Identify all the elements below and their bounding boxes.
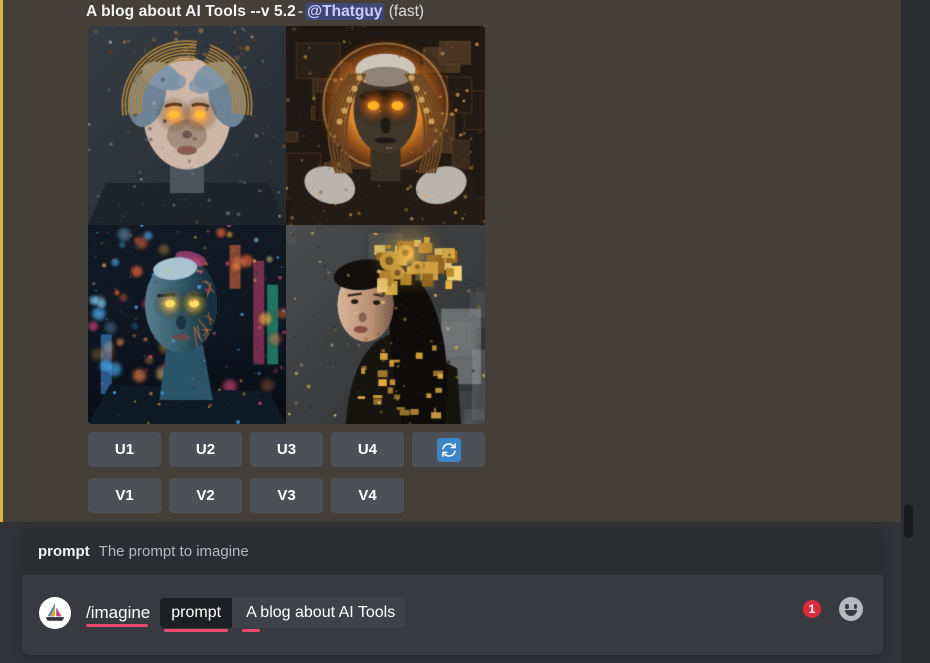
notification-badge[interactable]: 1 [801,598,823,620]
argument-name-chip[interactable]: prompt [160,598,233,632]
discord-app-window: A blog about AI Tools --v 5.2- @Thatguy (… [0,0,930,663]
chat-scrollbar-thumb[interactable] [904,504,913,538]
refresh-icon [436,437,461,462]
image-quadrant-1[interactable] [88,26,286,225]
emoji-mouth [845,609,857,616]
midjourney-sailboat-logo-icon[interactable] [39,597,71,629]
argument-hint-name: prompt [38,543,90,560]
upscale-button-u3[interactable]: U3 [250,432,323,467]
image-quadrant-4[interactable] [286,225,485,424]
argument-value-text[interactable]: A blog about AI Tools [232,598,395,632]
emoji-picker-icon[interactable] [839,597,863,621]
upscale-button-row: U1 U2 U3 U4 [88,432,485,467]
upscale-button-u4[interactable]: U4 [331,432,404,467]
emoji-eye-right [853,604,857,609]
generated-image-grid[interactable] [88,26,485,424]
command-argument-group[interactable]: prompt A blog about AI Tools [160,598,406,632]
command-input-area[interactable]: /imagine prompt A blog about AI Tools [86,596,406,632]
generation-mode-label: (fast) [388,3,425,20]
variation-button-row: V1 V2 V3 V4 [88,478,404,513]
user-mention[interactable]: @Thatguy [305,3,385,20]
slash-command-token[interactable]: /imagine [86,603,154,627]
variation-button-v1[interactable]: V1 [88,478,161,513]
argument-hint-description: The prompt to imagine [98,543,249,560]
reroll-button[interactable] [412,432,485,467]
variation-button-v2[interactable]: V2 [169,478,242,513]
prompt-title: A blog about AI Tools --v 5.2 [86,3,296,20]
image-quadrant-2[interactable] [286,26,485,225]
command-suggestion-box: prompt The prompt to imagine /imagine pr… [22,529,883,655]
upscale-button-u1[interactable]: U1 [88,432,161,467]
argument-hint: prompt The prompt to imagine [38,543,249,560]
chat-input-bar[interactable]: /imagine prompt A blog about AI Tools 1 [22,575,883,655]
variation-button-v3[interactable]: V3 [250,478,323,513]
message-composer: prompt The prompt to imagine /imagine pr… [0,522,901,663]
image-quadrant-3[interactable] [88,225,286,424]
chat-scrollbar-track[interactable] [904,0,914,522]
upscale-button-u2[interactable]: U2 [169,432,242,467]
message-header: A blog about AI Tools --v 5.2- @Thatguy (… [86,2,424,22]
title-separator: - [297,3,304,20]
emoji-eye-left [845,604,849,609]
mentioned-message-block: A blog about AI Tools --v 5.2- @Thatguy (… [0,0,901,522]
variation-button-v4[interactable]: V4 [331,478,404,513]
composer-right-controls: 1 [801,597,863,621]
